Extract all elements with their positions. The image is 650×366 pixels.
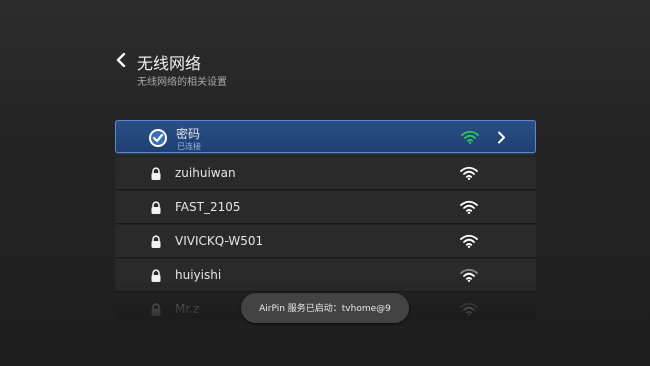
wifi-icon [461, 130, 479, 144]
network-item[interactable]: zuihuiwan [115, 157, 536, 190]
wifi-network-list: 密码 已连接 zuihuiwan FAST_2105 VIVICKQ-W501 … [115, 120, 536, 320]
wifi-icon [460, 234, 478, 248]
network-name: zuihuiwan [175, 166, 236, 180]
network-item-connected[interactable]: 密码 已连接 [115, 120, 536, 153]
wifi-icon [460, 200, 478, 214]
network-item[interactable]: VIVICKQ-W501 [115, 225, 536, 258]
lock-icon [151, 201, 161, 214]
lock-icon [151, 235, 161, 248]
wifi-icon [460, 302, 478, 316]
network-name: VIVICKQ-W501 [175, 234, 264, 248]
page-subtitle: 无线网络的相关设置 [137, 77, 227, 88]
toast-text: AirPin 服务已启动：tvhome@9 [259, 304, 391, 314]
network-name: 密码 [176, 127, 201, 141]
network-item[interactable]: FAST_2105 [115, 191, 536, 224]
network-item[interactable]: huiyishi [115, 259, 536, 292]
network-status: 已连接 [177, 142, 201, 151]
network-name: Mr.z [175, 302, 200, 316]
network-name: huiyishi [175, 268, 222, 282]
wifi-icon [460, 268, 478, 282]
page-header: 无线网络 无线网络的相关设置 [115, 50, 415, 90]
wifi-icon [460, 166, 478, 180]
chevron-left-icon[interactable] [115, 53, 127, 67]
network-name: FAST_2105 [175, 200, 241, 214]
settings-screen: 无线网络 无线网络的相关设置 密码 已连接 zuihuiwan FAST_210… [0, 0, 650, 366]
lock-icon [151, 167, 161, 180]
page-title: 无线网络 [137, 54, 202, 73]
chevron-right-icon [498, 131, 505, 144]
toast-notification: AirPin 服务已启动：tvhome@9 [241, 293, 409, 323]
check-circle-icon [149, 129, 167, 147]
lock-icon [151, 269, 161, 282]
lock-icon [151, 303, 161, 316]
